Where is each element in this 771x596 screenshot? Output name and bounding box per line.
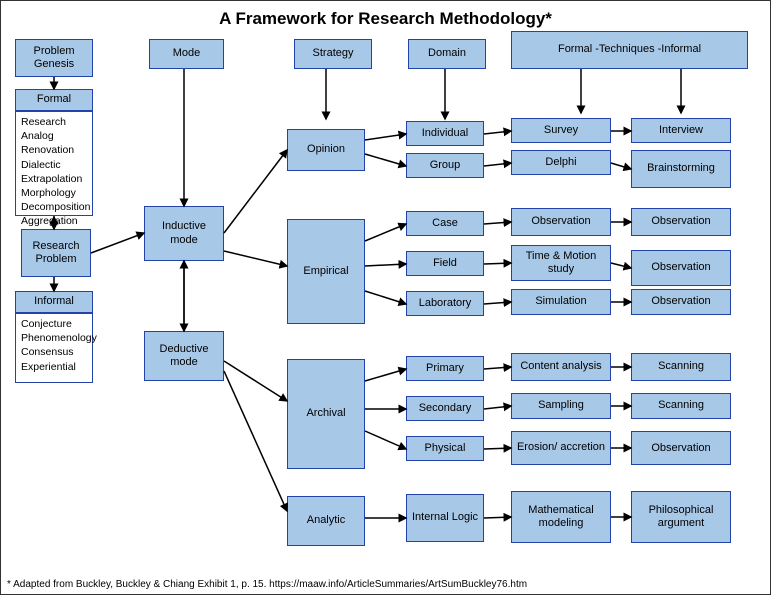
box-delphi: Delphi: [511, 150, 611, 175]
box-empirical: Empirical: [287, 219, 365, 324]
box-secondary: Secondary: [406, 396, 484, 421]
box-research-problem: Research Problem: [21, 229, 91, 277]
box-scanning2: Scanning: [631, 393, 731, 419]
box-formal-techniques: Formal -Techniques -Informal: [511, 31, 748, 69]
box-informal: Informal: [15, 291, 93, 313]
obs-archival-physical-label: Observation: [631, 431, 731, 465]
box-obs3: Observation: [631, 250, 731, 286]
box-survey: Survey: [511, 118, 611, 143]
box-analytic: Analytic: [287, 496, 365, 546]
box-group: Group: [406, 153, 484, 178]
diagram-container: A Framework for Research Methodology* Pr…: [0, 0, 771, 595]
box-domain-header: Domain: [408, 39, 486, 69]
box-individual: Individual: [406, 121, 484, 146]
box-formal: Formal: [15, 89, 93, 111]
box-erosion: Erosion/ accretion: [511, 431, 611, 465]
box-philosophical: Philosophical argument: [631, 491, 731, 543]
box-physical: Physical: [406, 436, 484, 461]
box-time-motion: Time & Motion study: [511, 245, 611, 281]
box-strategy-header: Strategy: [294, 39, 372, 69]
box-field: Field: [406, 251, 484, 276]
box-mode-header: Mode: [149, 39, 224, 69]
box-deductive-mode: Deductive mode: [144, 331, 224, 381]
box-obs4: Observation: [631, 289, 731, 315]
box-internal-logic: Internal Logic: [406, 494, 484, 542]
box-mathematical: Mathematical modeling: [511, 491, 611, 543]
box-archival: Archival: [287, 359, 365, 469]
box-content-analysis: Content analysis: [511, 353, 611, 381]
box-primary: Primary: [406, 356, 484, 381]
box-brainstorming: Brainstorming: [631, 150, 731, 188]
box-obs1: Observation: [511, 208, 611, 236]
box-interview: Interview: [631, 118, 731, 143]
box-obs2: Observation: [631, 208, 731, 236]
page-title: A Framework for Research Methodology*: [1, 1, 770, 33]
box-formal-list: Research Analog Renovation Dialectic Ext…: [15, 111, 93, 216]
box-case: Case: [406, 211, 484, 236]
box-inductive-mode: Inductive mode: [144, 206, 224, 261]
box-opinion: Opinion: [287, 129, 365, 171]
box-simulation: Simulation: [511, 289, 611, 315]
box-laboratory: Laboratory: [406, 291, 484, 316]
box-informal-list: Conjecture Phenomenology Consensus Exper…: [15, 313, 93, 383]
box-scanning1: Scanning: [631, 353, 731, 381]
box-sampling: Sampling: [511, 393, 611, 419]
box-problem-genesis: Problem Genesis: [15, 39, 93, 77]
footer-text: * Adapted from Buckley, Buckley & Chiang…: [7, 579, 527, 590]
